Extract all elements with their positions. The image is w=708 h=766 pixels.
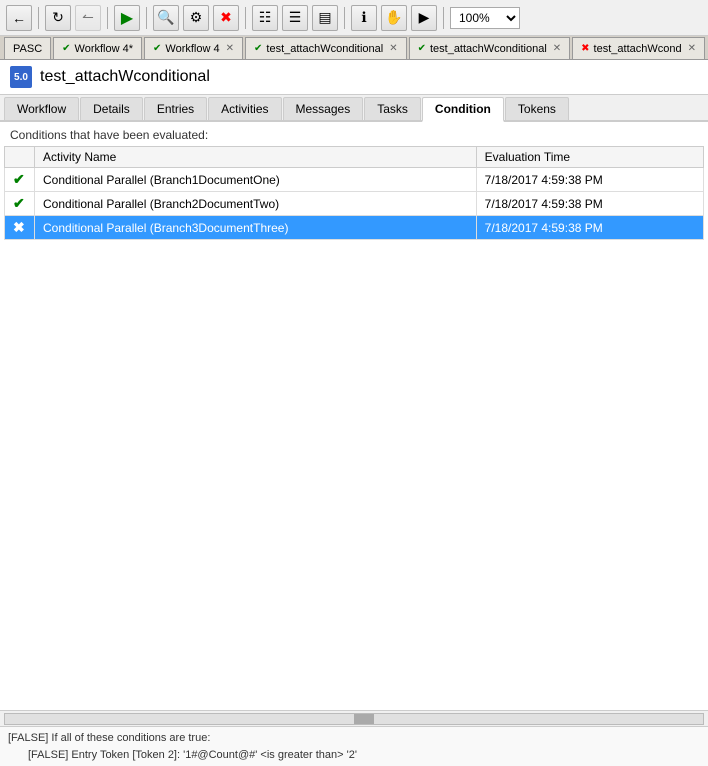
row-activity: Conditional Parallel (Branch3DocumentThr… xyxy=(35,216,477,240)
page-title-bar: 5.0 test_attachWconditional xyxy=(0,60,708,95)
horizontal-scrollbar[interactable] xyxy=(0,710,708,726)
redo-button[interactable]: ↼ xyxy=(75,5,101,31)
separator xyxy=(38,7,39,29)
check-icon: ✔ xyxy=(13,195,25,211)
tab-close-icon[interactable]: ✕ xyxy=(226,43,234,54)
tab-close-icon[interactable]: ✕ xyxy=(688,43,696,54)
scrollbar-track[interactable] xyxy=(4,713,704,725)
cursor-button[interactable]: ▶ xyxy=(411,5,437,31)
tab-activities[interactable]: Activities xyxy=(208,97,281,120)
col-status xyxy=(5,147,35,168)
info-button[interactable]: ℹ xyxy=(351,5,377,31)
tab-attach3[interactable]: ✖ test_attachWcond ✕ xyxy=(572,37,705,59)
row-activity: Conditional Parallel (Branch1DocumentOne… xyxy=(35,168,477,192)
tab-workflow4[interactable]: ✔ Workflow 4 ✕ xyxy=(144,37,243,59)
separator xyxy=(344,7,345,29)
tab-tasks[interactable]: Tasks xyxy=(364,97,421,120)
status-bar: [FALSE] If all of these conditions are t… xyxy=(0,726,708,766)
main-area: 5.0 test_attachWconditional Workflow Det… xyxy=(0,60,708,766)
tab-workflow4-label: Workflow 4 xyxy=(165,43,219,55)
row-activity: Conditional Parallel (Branch2DocumentTwo… xyxy=(35,192,477,216)
tab-attach3-label: test_attachWcond xyxy=(594,43,682,55)
tab-pasc-label: PASC xyxy=(13,43,42,55)
status-line-1: [FALSE] If all of these conditions are t… xyxy=(8,730,700,747)
tab-close-icon[interactable]: ✕ xyxy=(553,43,561,54)
inner-tab-bar: Workflow Details Entries Activities Mess… xyxy=(0,95,708,122)
page-icon: 5.0 xyxy=(10,66,32,88)
scrollbar-thumb[interactable] xyxy=(354,714,374,724)
tab-attach1-label: test_attachWconditional xyxy=(266,43,383,55)
tab-workflow4-star[interactable]: ✔ Workflow 4* xyxy=(53,37,142,59)
tab-attach2[interactable]: ✔ test_attachWconditional ✕ xyxy=(409,37,571,59)
conditions-table: Activity Name Evaluation Time ✔ Conditio… xyxy=(4,146,704,240)
table-row[interactable]: ✔ Conditional Parallel (Branch1DocumentO… xyxy=(5,168,704,192)
page-title: test_attachWconditional xyxy=(40,68,210,86)
tab-messages[interactable]: Messages xyxy=(283,97,364,120)
row-time: 7/18/2017 4:59:38 PM xyxy=(476,168,703,192)
row-status: ✔ xyxy=(5,168,35,192)
check-icon: ✔ xyxy=(13,171,25,187)
col-time: Evaluation Time xyxy=(476,147,703,168)
tab-check-icon: ✔ xyxy=(254,43,262,54)
tab-workflow4-star-label: Workflow 4* xyxy=(75,43,133,55)
zoom-select[interactable]: 100% 50% 75% 125% 150% xyxy=(450,7,520,29)
x-icon: ✖ xyxy=(13,219,25,235)
separator xyxy=(245,7,246,29)
tab-attach2-label: test_attachWconditional xyxy=(430,43,547,55)
separator xyxy=(443,7,444,29)
grid-button[interactable]: ☷ xyxy=(252,5,278,31)
tab-close-icon[interactable]: ✕ xyxy=(389,43,397,54)
settings-button[interactable]: ⚙ xyxy=(183,5,209,31)
row-status: ✔ xyxy=(5,192,35,216)
tab-condition[interactable]: Condition xyxy=(422,97,504,122)
stop-button[interactable]: ✖ xyxy=(213,5,239,31)
toolbar: ← ↻ ↼ ▶ 🔍 ⚙ ✖ ☷ ☰ ▤ ℹ ✋ ▶ 100% 50% 75% 1… xyxy=(0,0,708,36)
tab-pasc[interactable]: PASC xyxy=(4,37,51,59)
row-time: 7/18/2017 4:59:38 PM xyxy=(476,216,703,240)
separator xyxy=(146,7,147,29)
table-row[interactable]: ✖ Conditional Parallel (Branch3DocumentT… xyxy=(5,216,704,240)
tab-check-icon: ✔ xyxy=(153,43,161,54)
row-time: 7/18/2017 4:59:38 PM xyxy=(476,192,703,216)
tab-tokens[interactable]: Tokens xyxy=(505,97,569,120)
tab-details[interactable]: Details xyxy=(80,97,143,120)
back-button[interactable]: ← xyxy=(6,5,32,31)
table-row[interactable]: ✔ Conditional Parallel (Branch2DocumentT… xyxy=(5,192,704,216)
conditions-table-container: Activity Name Evaluation Time ✔ Conditio… xyxy=(4,146,704,710)
search-button[interactable]: 🔍 xyxy=(153,5,179,31)
tab-x-icon: ✖ xyxy=(581,43,589,54)
tab-check-icon: ✔ xyxy=(62,43,70,54)
status-line-2: [FALSE] Entry Token [Token 2]: '1#@Count… xyxy=(8,747,700,764)
conditions-area: Conditions that have been evaluated: Act… xyxy=(0,122,708,726)
row-status: ✖ xyxy=(5,216,35,240)
page-icon-text: 5.0 xyxy=(14,72,28,83)
tab-bar: PASC ✔ Workflow 4* ✔ Workflow 4 ✕ ✔ test… xyxy=(0,36,708,60)
tab-attach1[interactable]: ✔ test_attachWconditional ✕ xyxy=(245,37,407,59)
list-button[interactable]: ☰ xyxy=(282,5,308,31)
chart-button[interactable]: ▤ xyxy=(312,5,338,31)
run-button[interactable]: ▶ xyxy=(114,5,140,31)
col-activity: Activity Name xyxy=(35,147,477,168)
tab-workflow[interactable]: Workflow xyxy=(4,97,79,120)
separator xyxy=(107,7,108,29)
tab-entries[interactable]: Entries xyxy=(144,97,207,120)
conditions-label: Conditions that have been evaluated: xyxy=(0,122,708,146)
hand-button[interactable]: ✋ xyxy=(381,5,407,31)
tab-check-icon: ✔ xyxy=(418,43,426,54)
undo-button[interactable]: ↻ xyxy=(45,5,71,31)
